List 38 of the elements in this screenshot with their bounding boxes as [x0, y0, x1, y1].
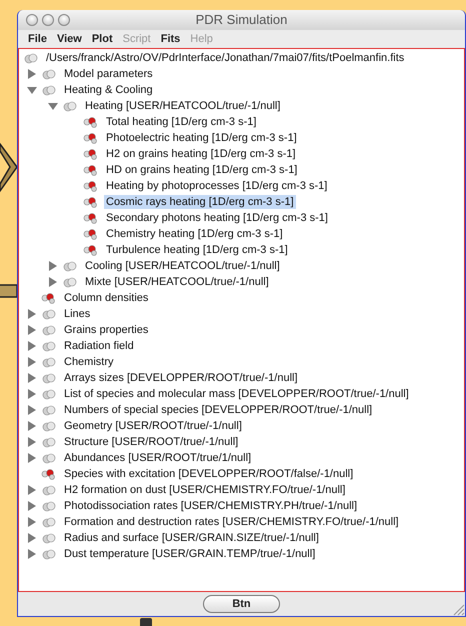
tree-item[interactable]: Arrays sizes [DEVELOPPER/ROOT/true/-1/null] [62, 371, 300, 385]
tree-item[interactable]: HD on grains heating [1D/erg cm-3 s-1] [104, 163, 300, 177]
tree-item[interactable]: Total heating [1D/erg cm-3 s-1] [104, 115, 258, 129]
menu-item[interactable]: Plot [86, 30, 118, 48]
tree-item[interactable]: Chemistry heating [1D/erg cm-3 s-1] [104, 227, 285, 241]
tree-item[interactable]: Numbers of special species [DEVELOPPER/ROOT/true/-1/null] [62, 403, 374, 417]
tree-item[interactable]: Secondary photons heating [1D/erg cm-3 s-1] [104, 211, 330, 225]
tree-item[interactable]: Radius and surface [USER/GRAIN.SIZE/true/-1/null] [62, 531, 321, 545]
tree-item[interactable]: Formation and destruction rates [USER/CHEMISTRY.FO/true/-1/null] [62, 515, 401, 529]
tree-item[interactable]: Model parameters [62, 67, 155, 81]
tree-item[interactable]: Lines [62, 307, 92, 321]
tree-item[interactable]: /Users/franck/Astro/OV/PdrInterface/Jonathan/7mai07/fits/tPoelmanfin.fits [44, 51, 406, 65]
tree-item[interactable]: Heating [USER/HEATCOOL/true/-1/null] [83, 99, 282, 113]
tree-item[interactable]: Dust temperature [USER/GRAIN.TEMP/true/-1/null] [62, 547, 318, 561]
tree-item[interactable]: Mixte [USER/HEATCOOL/true/-1/null] [83, 275, 271, 289]
tree-item[interactable]: H2 on grains heating [1D/erg cm-3 s-1] [104, 147, 298, 161]
tree-item[interactable]: Grains properties [62, 323, 150, 337]
tree-item[interactable]: Cosmic rays heating [1D/erg cm-3 s-1] [104, 195, 296, 209]
menu-item[interactable]: Fits [156, 30, 186, 48]
tree-item[interactable]: Abundances [USER/ROOT/true/1/null] [62, 451, 254, 465]
tree-item[interactable]: Radiation field [62, 339, 136, 353]
menu-item[interactable]: View [52, 30, 87, 48]
menu-item[interactable]: File [23, 30, 52, 48]
tree-item[interactable]: Column densities [62, 291, 150, 305]
tree-item[interactable]: Cooling [USER/HEATCOOL/true/-1/null] [83, 259, 282, 273]
tree-item[interactable]: Species with excitation [DEVELOPPER/ROOT/false/-1/null] [62, 467, 356, 481]
action-button[interactable]: Btn [203, 595, 280, 613]
window-title: PDR Simulation [196, 12, 288, 28]
tree-item[interactable]: Photoelectric heating [1D/erg cm-3 s-1] [104, 131, 299, 145]
tree-item[interactable]: List of species and molecular mass [DEVELOPPER/ROOT/true/-1/null] [62, 387, 411, 401]
tree-item[interactable]: Geometry [USER/ROOT/true/-1/null] [62, 419, 244, 433]
tree-item[interactable]: Heating by photoprocesses [1D/erg cm-3 s-1] [104, 179, 330, 193]
tree-item[interactable]: Chemistry [62, 355, 116, 369]
tree-item[interactable]: Photodissociation rates [USER/CHEMISTRY.PH/true/-1/null] [62, 499, 360, 513]
tree-item[interactable]: H2 formation on dust [USER/CHEMISTRY.FO/true/-1/null] [62, 483, 348, 497]
tree-item[interactable]: Structure [USER/ROOT/true/-1/null] [62, 435, 240, 449]
tree-item[interactable]: Heating & Cooling [62, 83, 155, 97]
tree-item[interactable]: Turbulence heating [1D/erg cm-3 s-1] [104, 243, 290, 257]
